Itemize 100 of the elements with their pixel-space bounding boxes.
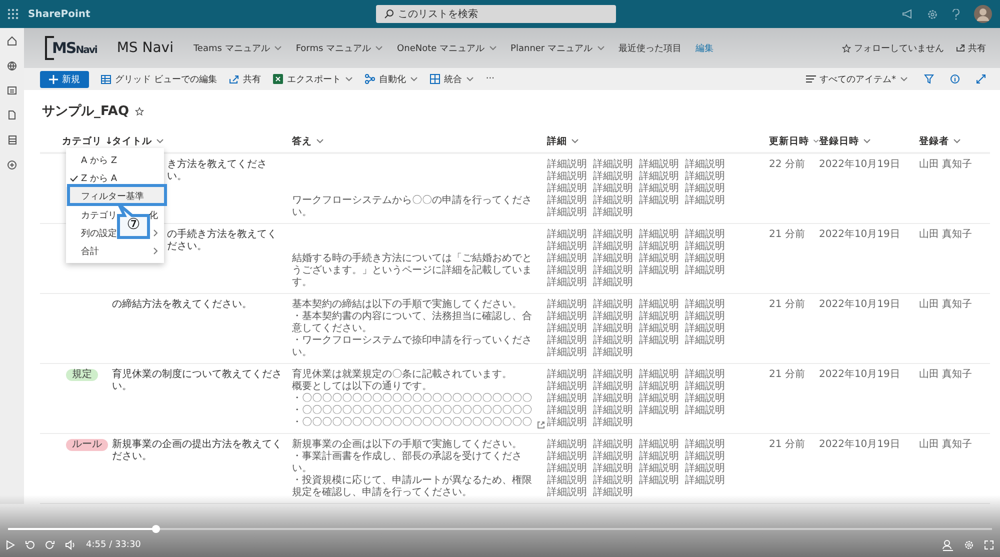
title-cell[interactable]: 新規事業の企画の提出方法を教えてください。 [112,439,284,463]
app-name[interactable]: SharePoint [28,8,90,20]
detail-text: 詳細説明 [593,439,633,450]
chevron-down-icon [488,45,497,51]
globe-icon[interactable] [7,61,17,71]
home-icon[interactable] [7,36,17,46]
created-cell-text: 2022年10月19日 [819,229,901,242]
site-title[interactable]: MS Navi [116,40,174,56]
detail-text: 詳細説明 [639,265,679,277]
menu-item[interactable]: Z から A [66,169,164,187]
detail-text: 詳細説明 [593,195,633,206]
title-cell[interactable]: の手続き方法を教えてください。 [167,229,284,253]
detail-text: 詳細説明 [685,475,725,487]
automate-button[interactable]: 自動化 [364,72,418,86]
detail-text: 詳細説明 [593,475,633,486]
filter-icon[interactable] [924,74,934,84]
menu-item[interactable]: A から Z [66,151,164,169]
detail-text: 詳細説明 [685,299,725,310]
info-icon[interactable] [950,74,960,84]
column-header[interactable]: タイトル [112,134,292,148]
column-header[interactable]: 登録日時 [819,134,919,148]
updated-cell-text: 21 分前 [769,439,806,452]
author-cell-text: 山田 真知子 [919,229,974,242]
answer-text: ・〇〇〇〇〇〇〇〇〇〇〇〇〇〇〇〇〇〇〇〇〇〇〇 [292,393,533,405]
detail-text: 詳細説明 [685,369,725,380]
star-icon[interactable] [135,106,144,116]
detail-text: 詳細説明 [639,393,679,404]
detail-text: 詳細説明 [685,439,725,450]
search-icon [384,9,394,19]
menu-item[interactable]: 合計 [66,242,164,260]
document-icon[interactable] [8,110,16,120]
detail-text: 詳細説明 [547,487,587,499]
news-icon[interactable] [7,86,17,95]
fullscreen-icon[interactable] [984,540,994,550]
chevron-down-icon [863,138,871,144]
export-button[interactable]: エクスポート [272,72,353,86]
answer-text: 育児休業は就業規定の〇条に記載されています。 [292,369,513,380]
integrate-button[interactable]: 統合 [430,72,474,86]
settings-icon[interactable] [927,8,938,20]
title-cell[interactable]: き方法を教えてください。 [167,159,284,183]
column-header[interactable]: 詳細 [547,134,769,148]
time-display: 4:55 / 33:30 [86,540,141,550]
detail-text: 詳細説明 [685,183,725,194]
plus-icon [49,74,58,84]
avatar-icon[interactable] [974,5,992,23]
detail-text: 詳細説明 [547,265,587,276]
detail-text: 詳細説明 [685,405,725,417]
author-cell-text: 山田 真知子 [919,299,974,312]
new-button[interactable]: 新規 [40,70,89,88]
app-launcher-icon[interactable] [8,9,18,19]
volume-icon[interactable] [65,540,76,550]
step-callout: ⑦ [117,203,150,239]
logo-text[interactable]: MSNavi [52,39,97,57]
detail-text: 詳細説明 [685,463,725,474]
forward-icon[interactable] [45,540,55,550]
megaphone-icon[interactable] [902,9,913,19]
add-icon[interactable] [7,160,17,170]
detail-text: 詳細説明 [547,347,587,359]
lines-icon [806,75,816,83]
detail-text: 詳細説明 [547,475,587,486]
nav-menu[interactable]: Planner マニュアル [510,42,604,54]
chevron-down-icon [813,138,819,144]
play-icon[interactable] [6,540,15,550]
detail-text: 詳細説明 [593,463,633,474]
detail-text: 詳細説明 [685,451,725,462]
detail-text: 詳細説明 [547,381,587,392]
share-button[interactable]: 共有 [956,42,986,54]
detail-text: 詳細説明 [639,405,679,417]
nav-menu[interactable]: OneNote マニュアル [397,42,497,54]
more-button[interactable]: ··· [486,74,494,84]
chevron-down-icon [375,45,384,51]
grid-button[interactable]: グリッド ビューでの編集 [101,72,217,86]
rewind-icon[interactable] [25,540,35,550]
detail-text: 詳細説明 [593,265,633,276]
detail-text: 詳細説明 [547,241,587,252]
detail-text: 詳細説明 [593,207,633,219]
share-button[interactable]: 共有 [228,72,261,86]
nav-menu[interactable]: Teams マニュアル [193,42,282,54]
title-cell[interactable]: 育児休業の制度について教えてください。 [112,369,284,393]
expand-icon[interactable] [976,74,986,84]
column-header[interactable]: カテゴリ ↓ [62,134,112,148]
detail-text: 詳細説明 [639,451,679,462]
follow-button[interactable]: フォローしていません [842,42,944,54]
detail-text: 詳細説明 [639,463,679,474]
open-icon[interactable] [537,421,545,429]
title-cell[interactable]: の締結方法を教えてください。 [112,299,284,311]
column-header[interactable]: 更新日時 [769,134,819,148]
nav-link[interactable]: 最近使った項目 [618,42,682,54]
list-icon[interactable] [8,135,16,145]
search-field[interactable]: このリストを検索 [376,5,616,23]
detail-text: 詳細説明 [593,405,633,416]
progress-thumb[interactable] [152,525,160,533]
column-header[interactable]: 登録者 [919,134,990,148]
help-icon[interactable] [952,8,960,20]
answer-text: 結婚する時の手続き方法については「ご結婚おめでとうございます。」というページに詳細を記載しています。 [292,253,533,289]
column-header[interactable]: 答え [292,134,547,148]
view-switcher[interactable]: すべてのアイテム* [806,72,908,86]
detail-text: 詳細説明 [547,417,587,429]
nav-menu[interactable]: Forms マニュアル [296,42,384,54]
person-icon[interactable] [942,539,954,551]
